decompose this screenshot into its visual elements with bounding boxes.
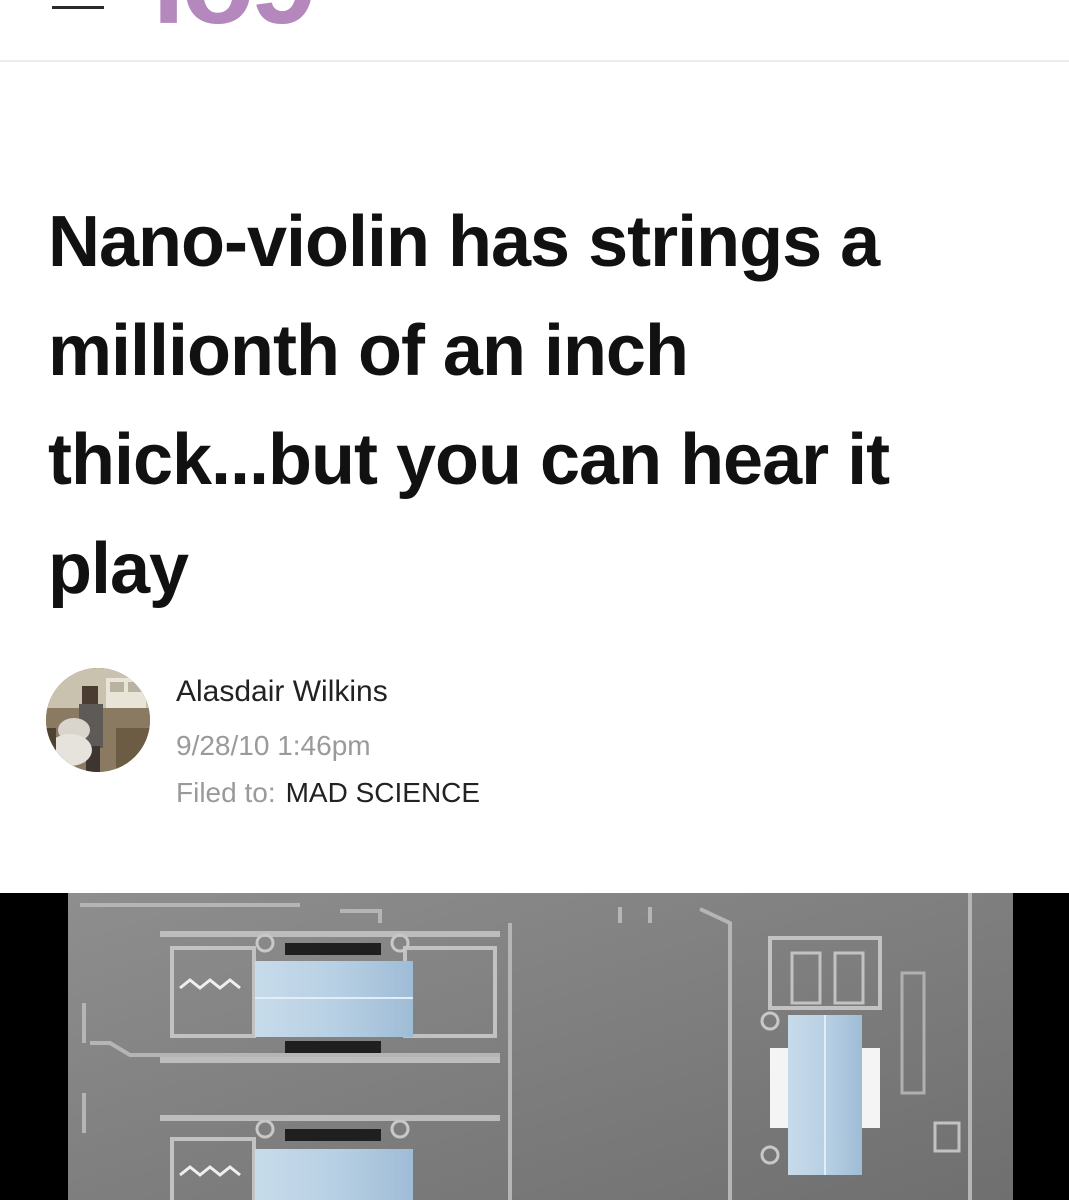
publish-timestamp: 9/28/10 1:46pm: [176, 730, 371, 761]
author-avatar[interactable]: [46, 668, 150, 772]
filed-to-row: Filed to: MAD SCIENCE: [176, 777, 480, 809]
category-tag-link[interactable]: MAD SCIENCE: [286, 777, 480, 808]
hamburger-bar: [52, 6, 104, 9]
top-nav-bar: io9: [0, 0, 1069, 62]
filed-to-label: Filed to:: [176, 777, 276, 808]
avatar-photo: [46, 668, 150, 772]
site-logo[interactable]: io9: [152, 0, 313, 32]
hamburger-menu-icon[interactable]: [52, 0, 104, 14]
micrograph-image: [0, 893, 1069, 1200]
author-name[interactable]: Alasdair Wilkins: [176, 675, 388, 709]
article-headline: Nano-violin has strings a millionth of a…: [48, 202, 890, 609]
hero-image: [0, 893, 1069, 1200]
